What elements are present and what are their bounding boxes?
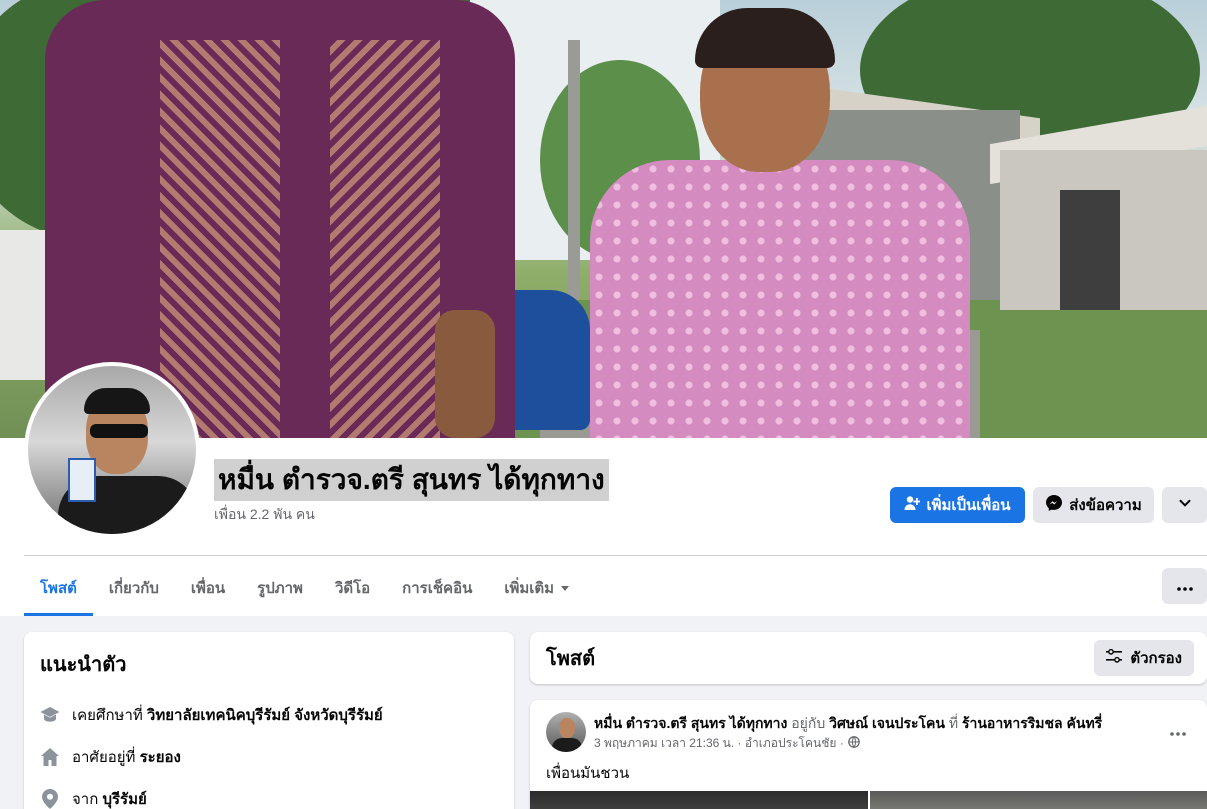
filter-label: ตัวกรอง [1130, 650, 1182, 667]
tab-more[interactable]: เพิ่มเติม [488, 560, 586, 616]
profile-tabs: โพสต์ เกี่ยวกับ เพื่อน รูปภาพ วิดีโอ การ… [24, 560, 586, 616]
more-dots-icon [1170, 720, 1186, 741]
post-with-text: อยู่กับ [787, 715, 830, 731]
tabs-more-options-button[interactable] [1162, 568, 1207, 604]
tab-label: โพสต์ [40, 580, 77, 597]
intro-prefix: จาก [72, 791, 103, 808]
add-friend-icon [904, 495, 921, 515]
post-photo[interactable] [870, 791, 1207, 809]
intro-residence-text: อาศัยอยู่ที่ ระยอง [72, 745, 181, 769]
chevron-down-icon [1178, 496, 1192, 514]
tab-photos[interactable]: รูปภาพ [241, 560, 319, 616]
tab-posts[interactable]: โพสต์ [24, 560, 93, 616]
post-card: หมื่น ตำรวจ.ตรี สุนทร ได้ทุกทาง อยู่กับ … [530, 700, 1207, 809]
tab-label: เพิ่มเติม [504, 580, 555, 597]
tab-about[interactable]: เกี่ยวกับ [93, 560, 175, 616]
message-button[interactable]: ส่งข้อความ [1033, 487, 1154, 523]
more-actions-button[interactable] [1162, 487, 1207, 523]
posts-header-card: โพสต์ ตัวกรอง [530, 632, 1207, 684]
tab-checkins[interactable]: การเช็คอิน [386, 560, 488, 616]
graduation-cap-icon [40, 705, 60, 725]
profile-avatar[interactable] [24, 362, 200, 538]
add-friend-label: เพิ่มเป็นเพื่อน [926, 497, 1011, 514]
tab-videos[interactable]: วิดีโอ [319, 560, 386, 616]
intro-hometown: จาก บุรีรัมย์ [40, 778, 498, 809]
cover-photo[interactable] [0, 0, 1207, 438]
tab-label: รูปภาพ [257, 580, 303, 597]
filter-button[interactable]: ตัวกรอง [1094, 640, 1194, 676]
message-label: ส่งข้อความ [1069, 497, 1142, 514]
friends-count[interactable]: เพื่อน 2.2 พัน คน [214, 504, 315, 526]
intro-school-link[interactable]: วิทยาลัยเทคนิคบุรีรัมย์ จังหวัดบุรีรัมย์ [147, 707, 383, 724]
intro-card: แนะนำตัว เคยศึกษาที่ วิทยาลัยเทคนิคบุรีร… [24, 632, 514, 809]
post-place-link[interactable]: ร้านอาหารริมชล คันทรี่ [962, 715, 1102, 731]
post-meta: 3 พฤษภาคม เวลา 21:36 น. · อำเภอประโคนชัย… [594, 734, 860, 753]
header-divider [24, 555, 1207, 556]
post-text: เพื่อนมันชวน [546, 765, 630, 782]
post-author-link[interactable]: หมื่น ตำรวจ.ตรี สุนทร ได้ทุกทาง [594, 715, 787, 731]
intro-hometown-text: จาก บุรีรัมย์ [72, 787, 147, 809]
home-icon [40, 747, 60, 767]
tab-label: เพื่อน [190, 580, 226, 597]
messenger-icon [1045, 494, 1063, 516]
intro-title: แนะนำตัว [40, 654, 127, 676]
tab-label: การเช็คอิน [402, 580, 473, 597]
filter-sliders-icon [1106, 648, 1123, 667]
post-header-line: หมื่น ตำรวจ.ตรี สุนทร ได้ทุกทาง อยู่กับ … [594, 713, 1159, 735]
tab-label: เกี่ยวกับ [108, 580, 159, 597]
post-photo[interactable] [530, 791, 868, 809]
post-options-button[interactable] [1164, 716, 1192, 744]
globe-icon [847, 736, 860, 751]
posts-title: โพสต์ [546, 648, 596, 670]
profile-name: หมื่น ตำรวจ.ตรี สุนทร ได้ทุกทาง [214, 459, 609, 501]
intro-city-link[interactable]: ระยอง [140, 749, 181, 766]
intro-prefix: เคยศึกษาที่ [72, 707, 147, 724]
caret-down-icon [560, 580, 570, 597]
add-friend-button[interactable]: เพิ่มเป็นเพื่อน [890, 487, 1025, 523]
post-author-avatar[interactable] [546, 712, 586, 752]
intro-prefix: อาศัยอยู่ที่ [72, 749, 140, 766]
post-tagged-link[interactable]: วิศษณ์ เจนประโคน [829, 715, 945, 731]
post-meta-text[interactable]: 3 พฤษภาคม เวลา 21:36 น. · อำเภอประโคนชัย… [594, 734, 844, 753]
more-dots-icon [1176, 578, 1193, 595]
intro-hometown-link[interactable]: บุรีรัมย์ [102, 791, 146, 808]
tab-label: วิดีโอ [334, 580, 371, 597]
post-at-text: ที่ [944, 715, 962, 731]
intro-education-text: เคยศึกษาที่ วิทยาลัยเทคนิคบุรีรัมย์ จังห… [72, 703, 383, 727]
location-pin-icon [40, 789, 60, 809]
intro-residence: อาศัยอยู่ที่ ระยอง [40, 736, 498, 778]
tab-friends[interactable]: เพื่อน [175, 560, 241, 616]
intro-education: เคยศึกษาที่ วิทยาลัยเทคนิคบุรีรัมย์ จังห… [40, 694, 498, 736]
